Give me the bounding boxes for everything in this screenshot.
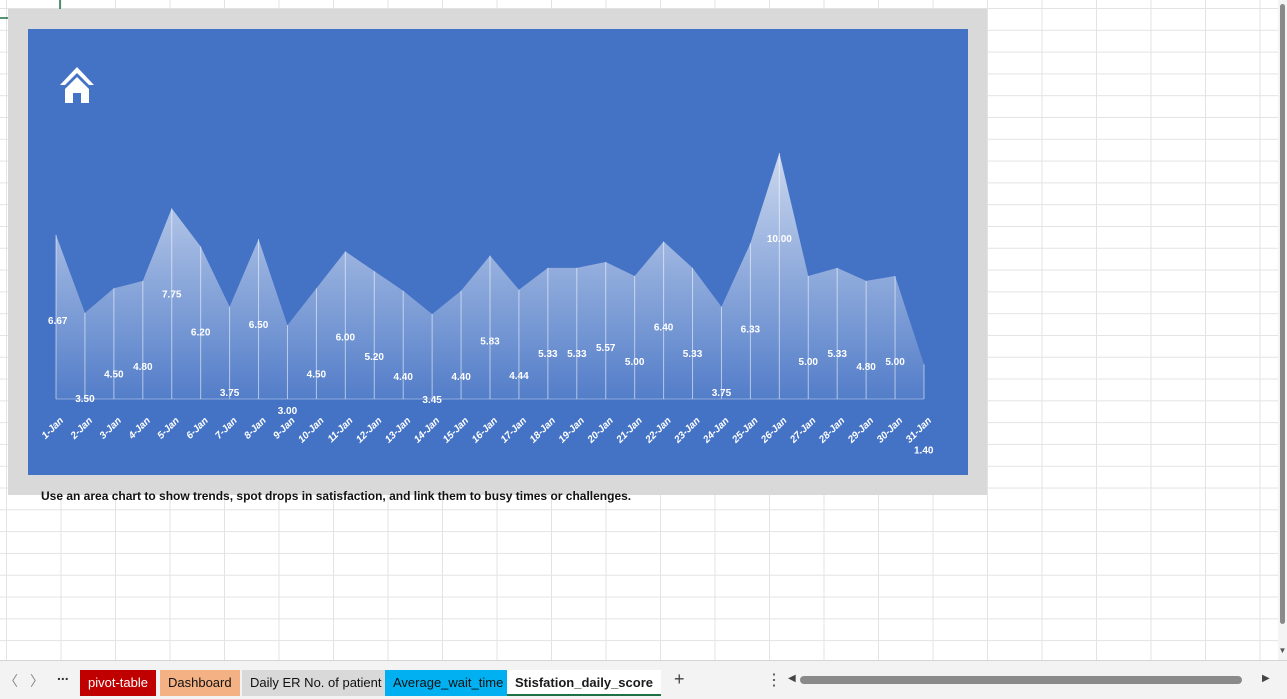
- x-tick-label: 9-Jan: [271, 415, 297, 441]
- x-tick-label: 25-Jan: [730, 415, 761, 446]
- data-label: 3.50: [75, 394, 95, 405]
- data-label: 5.33: [683, 349, 703, 360]
- sheet-tab-bar: 〈 〉 ... pivot-table Dashboard Daily ER N…: [0, 660, 1287, 699]
- chart-caption: Use an area chart to show trends, spot d…: [41, 489, 632, 503]
- data-label: 5.33: [567, 349, 587, 360]
- scroll-down-arrow-icon[interactable]: ▼: [1278, 646, 1287, 656]
- data-label: 10.00: [767, 234, 792, 245]
- x-tick-label: 27-Jan: [787, 415, 818, 446]
- x-tick-label: 24-Jan: [701, 415, 732, 446]
- data-label: 6.67: [48, 316, 68, 327]
- data-label: 6.40: [654, 323, 674, 334]
- tab-average-wait-time[interactable]: Average_wait_time: [385, 670, 512, 696]
- x-tick-label: 8-Jan: [242, 415, 268, 441]
- data-label: 6.50: [249, 320, 269, 331]
- x-tick-label: 31-Jan: [904, 415, 934, 445]
- chart-plot-area[interactable]: 6.67 3.50 4.50 4.80 7.75 6.20 3.75 6.50 3.00 4.50…: [28, 29, 968, 475]
- horizontal-scroll-thumb[interactable]: [800, 676, 1242, 684]
- data-label: 5.00: [885, 357, 905, 368]
- x-tick-label: 26-Jan: [759, 415, 790, 446]
- vertical-scroll-thumb[interactable]: [1280, 4, 1285, 624]
- data-label: 5.33: [827, 349, 847, 360]
- tab-satisfaction-daily-score[interactable]: Stisfation_daily_score: [507, 670, 661, 696]
- tab-dashboard[interactable]: Dashboard: [160, 670, 240, 696]
- data-label: 3.45: [422, 395, 442, 406]
- x-tick-label: 17-Jan: [499, 415, 529, 445]
- data-label: 6.00: [336, 332, 356, 343]
- data-label: 5.33: [538, 349, 558, 360]
- data-label: 3.00: [278, 406, 298, 417]
- x-tick-label: 11-Jan: [326, 415, 356, 445]
- x-tick-label: 18-Jan: [528, 415, 558, 445]
- data-label: 6.33: [741, 324, 761, 335]
- x-tick-label: 4-Jan: [126, 415, 153, 442]
- data-label: 3.75: [220, 388, 240, 399]
- data-label: 5.20: [365, 352, 385, 363]
- scroll-left-arrow-icon[interactable]: ◀: [788, 673, 796, 684]
- data-label: 4.40: [451, 372, 471, 383]
- data-label: 4.80: [856, 362, 876, 373]
- tab-pivot-table[interactable]: pivot-table: [80, 670, 156, 696]
- x-tick-label: 2-Jan: [68, 415, 95, 442]
- x-tick-label: 20-Jan: [585, 415, 616, 446]
- x-tick-label: 29-Jan: [845, 415, 876, 446]
- x-tick-label: 19-Jan: [557, 415, 587, 445]
- add-sheet-button[interactable]: +: [674, 669, 685, 690]
- data-label: 5.00: [625, 357, 645, 368]
- data-label: 1.40: [914, 446, 934, 457]
- data-label: 4.44: [509, 371, 529, 382]
- data-label: 4.50: [307, 369, 327, 380]
- data-label: 4.80: [133, 362, 153, 373]
- data-label: 5.83: [480, 337, 500, 348]
- prev-sheet-icon[interactable]: 〈: [4, 671, 18, 691]
- horizontal-scrollbar[interactable]: [800, 674, 1250, 686]
- data-label: 5.00: [799, 357, 819, 368]
- data-label: 3.75: [712, 388, 732, 399]
- x-tick-label: 3-Jan: [98, 415, 124, 441]
- scroll-right-arrow-icon[interactable]: ▶: [1262, 673, 1270, 684]
- area-chart: 6.67 3.50 4.50 4.80 7.75 6.20 3.75 6.50 3.00 4.50…: [40, 153, 934, 457]
- data-label: 4.50: [104, 369, 124, 380]
- more-options-icon[interactable]: ⋮: [766, 670, 782, 690]
- x-tick-label: 1-Jan: [40, 415, 66, 441]
- next-sheet-icon[interactable]: 〉: [30, 671, 44, 691]
- x-tick-label: 14-Jan: [412, 415, 442, 445]
- x-tick-label: 23-Jan: [672, 415, 703, 446]
- x-tick-label: 7-Jan: [213, 415, 239, 441]
- x-tick-label: 28-Jan: [816, 415, 847, 446]
- data-label: 7.75: [162, 289, 182, 300]
- x-tick-label: 13-Jan: [383, 415, 413, 445]
- vertical-scrollbar[interactable]: ▼: [1278, 0, 1287, 660]
- x-tick-label: 15-Jan: [441, 415, 471, 445]
- x-tick-label: 10-Jan: [296, 415, 326, 445]
- more-sheets-ellipsis[interactable]: ...: [57, 667, 69, 683]
- data-label: 6.20: [191, 327, 211, 338]
- x-tick-label: 21-Jan: [614, 415, 645, 446]
- data-label: 4.40: [393, 372, 413, 383]
- data-label: 5.57: [596, 343, 616, 354]
- x-tick-label: 5-Jan: [156, 415, 182, 441]
- chart-panel[interactable]: 6.67 3.50 4.50 4.80 7.75 6.20 3.75 6.50 3.00 4.50…: [8, 9, 987, 503]
- x-tick-label: 6-Jan: [185, 415, 211, 441]
- x-tick-label: 22-Jan: [643, 415, 674, 446]
- home-icon[interactable]: [58, 65, 96, 105]
- x-tick-label: 12-Jan: [354, 415, 384, 445]
- x-tick-label: 16-Jan: [470, 415, 500, 445]
- tab-daily-er-patients[interactable]: Daily ER No. of patient: [242, 670, 390, 696]
- x-tick-label: 30-Jan: [875, 415, 905, 445]
